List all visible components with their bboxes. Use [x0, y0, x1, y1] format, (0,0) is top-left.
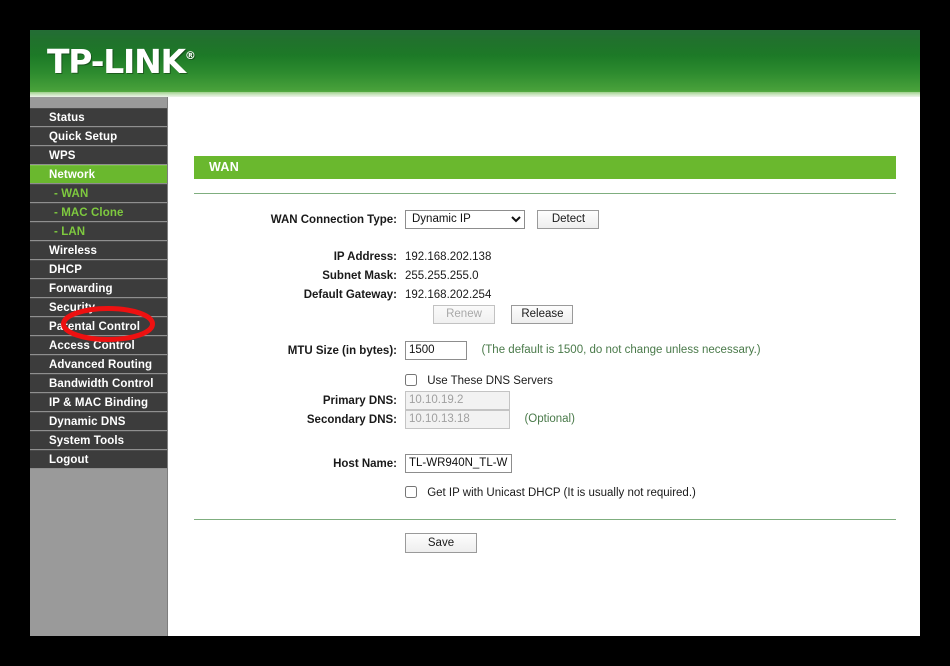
- primary-dns-label: Primary DNS:: [322, 395, 397, 407]
- tp-link-logo: TP-LINK®: [47, 42, 196, 81]
- divider-top: [194, 193, 896, 194]
- sidebar-nav: Status Quick Setup WPS Network - WAN - MAC Cl…: [30, 97, 168, 636]
- sidebar-item-network[interactable]: Network: [30, 165, 167, 184]
- divider-save: [194, 519, 896, 520]
- sidebar-item-forwarding[interactable]: Forwarding: [30, 279, 167, 298]
- router-admin-page: TP-LINK® Status Quick Setup WPS Network - WA…: [30, 30, 920, 636]
- row-default-gateway: Default Gateway:: [169, 285, 405, 305]
- mtu-size-input[interactable]: [405, 340, 467, 360]
- unicast-dhcp-checkbox[interactable]: [405, 486, 417, 498]
- default-gateway-value: 192.168.202.254: [405, 289, 492, 301]
- row-secondary-dns: Secondary DNS:: [169, 410, 405, 430]
- sidebar-item-advanced-routing[interactable]: Advanced Routing: [30, 355, 167, 374]
- save-button[interactable]: Save: [405, 533, 477, 553]
- row-connection-type: WAN Connection Type:: [169, 210, 405, 230]
- secondary-dns-optional-note: (Optional): [524, 413, 575, 425]
- brand-name: TP-LINK: [47, 42, 186, 81]
- renew-button[interactable]: Renew: [433, 304, 495, 324]
- sidebar-item-wps[interactable]: WPS: [30, 146, 167, 165]
- row-ip-address: IP Address:: [169, 247, 405, 267]
- sidebar-item-mac-clone[interactable]: - MAC Clone: [30, 203, 167, 222]
- release-button[interactable]: Release: [511, 304, 574, 324]
- body-area: Status Quick Setup WPS Network - WAN - MAC Cl…: [30, 97, 920, 636]
- host-name-label: Host Name:: [333, 458, 397, 470]
- host-name-input[interactable]: [405, 453, 512, 473]
- subnet-mask-value: 255.255.255.0: [405, 270, 479, 282]
- sidebar-menu-list: Status Quick Setup WPS Network - WAN - MAC Cl…: [30, 108, 167, 469]
- use-dns-servers-checkbox[interactable]: [405, 374, 417, 386]
- row-subnet-mask: Subnet Mask:: [169, 266, 405, 286]
- brand-banner: TP-LINK®: [30, 30, 920, 92]
- mtu-label: MTU Size (in bytes):: [287, 345, 397, 357]
- sidebar-top-gap: [30, 97, 167, 108]
- wan-connection-type-select[interactable]: Dynamic IPStatic IPPPPoE/Russia PPPoEL2T…: [405, 209, 525, 229]
- sidebar-item-security[interactable]: Security: [30, 298, 167, 317]
- use-dns-servers-label: Use These DNS Servers: [427, 375, 553, 387]
- use-dns-servers-row: Use These DNS Servers: [405, 371, 553, 391]
- connection-type-label: WAN Connection Type:: [270, 214, 397, 226]
- sidebar-item-wan[interactable]: - WAN: [30, 184, 167, 203]
- save-button-wrap: Save: [405, 533, 477, 553]
- sidebar-item-status[interactable]: Status: [30, 108, 167, 127]
- sidebar-item-dynamic-dns[interactable]: Dynamic DNS: [30, 412, 167, 431]
- sidebar-item-access-control[interactable]: Access Control: [30, 336, 167, 355]
- detect-button[interactable]: Detect: [537, 209, 600, 229]
- unicast-dhcp-label: Get IP with Unicast DHCP (It is usually …: [427, 487, 696, 499]
- sidebar-item-quick-setup[interactable]: Quick Setup: [30, 127, 167, 146]
- row-primary-dns: Primary DNS:: [169, 391, 405, 411]
- unicast-dhcp-row: Get IP with Unicast DHCP (It is usually …: [405, 483, 696, 503]
- row-mtu: MTU Size (in bytes):: [169, 341, 405, 361]
- sidebar-item-wireless[interactable]: Wireless: [30, 241, 167, 260]
- row-host-name: Host Name:: [169, 454, 405, 474]
- sidebar-item-parental-control[interactable]: Parental Control: [30, 317, 167, 336]
- primary-dns-controls: [405, 390, 510, 410]
- sidebar-item-system-tools[interactable]: System Tools: [30, 431, 167, 450]
- subnet-mask-label: Subnet Mask:: [322, 270, 397, 282]
- ip-address-label: IP Address:: [333, 251, 397, 263]
- secondary-dns-label: Secondary DNS:: [306, 414, 397, 426]
- ip-address-value: 192.168.202.138: [405, 251, 492, 263]
- secondary-dns-controls: (Optional): [405, 409, 575, 429]
- registered-mark: ®: [184, 49, 196, 62]
- mtu-hint: (The default is 1500, do not change unle…: [481, 344, 761, 356]
- sidebar-item-logout[interactable]: Logout: [30, 450, 167, 469]
- sidebar-item-ip-mac-binding[interactable]: IP & MAC Binding: [30, 393, 167, 412]
- primary-dns-input[interactable]: [405, 390, 510, 410]
- secondary-dns-input[interactable]: [405, 409, 510, 429]
- connection-type-controls: Dynamic IPStatic IPPPPoE/Russia PPPoEL2T…: [405, 209, 600, 229]
- mtu-controls: (The default is 1500, do not change unle…: [405, 340, 761, 360]
- dhcp-lease-buttons: Renew Release: [433, 304, 574, 324]
- main-content: WAN WAN Connection Type: Dynamic IPStati…: [169, 97, 920, 636]
- sidebar-item-bandwidth-control[interactable]: Bandwidth Control: [30, 374, 167, 393]
- sidebar-item-dhcp[interactable]: DHCP: [30, 260, 167, 279]
- default-gateway-label: Default Gateway:: [303, 289, 397, 301]
- sidebar-item-lan[interactable]: - LAN: [30, 222, 167, 241]
- page-title: WAN: [194, 156, 896, 179]
- host-name-controls: [405, 453, 512, 473]
